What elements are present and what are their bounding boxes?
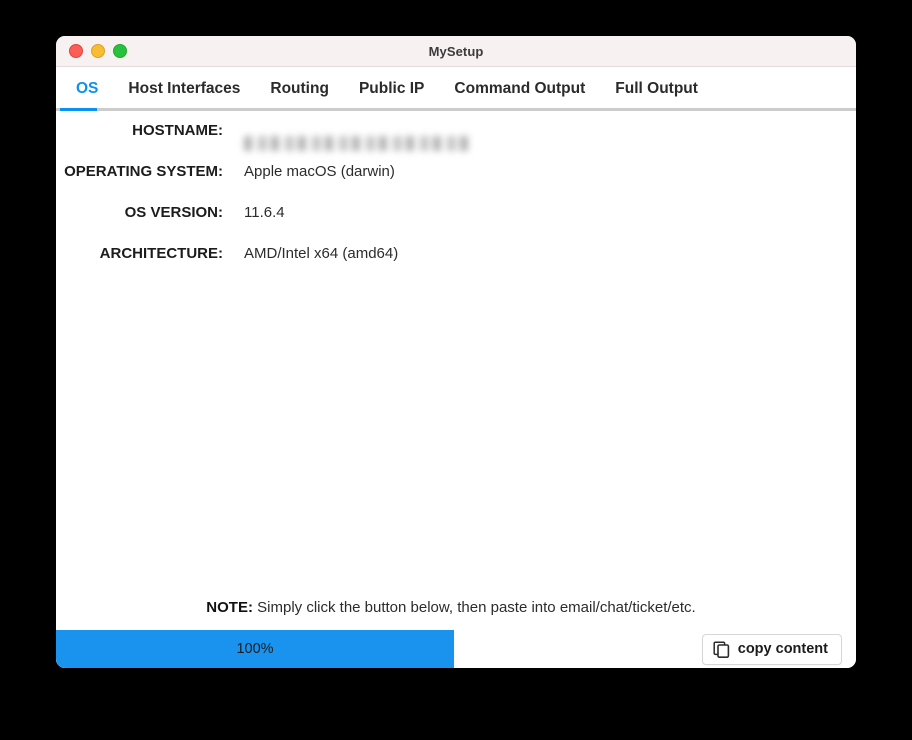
progress-bar: 100% — [56, 630, 454, 668]
tab-routing[interactable]: Routing — [255, 80, 344, 108]
copy-content-label: copy content — [737, 641, 828, 657]
os-version-value: 11.6.4 — [244, 204, 285, 221]
note-text: NOTE: Simply click the button below, the… — [56, 599, 856, 616]
hostname-label: HOSTNAME: — [132, 122, 223, 139]
info-row-os-version: OS VERSION: 11.6.4 — [56, 204, 856, 245]
bottom-bar: 100% copy content — [56, 630, 856, 668]
architecture-value: AMD/Intel x64 (amd64) — [244, 245, 399, 262]
tab-bar: OS Host Interfaces Routing Public IP Com… — [56, 67, 856, 111]
os-version-label: OS VERSION: — [124, 204, 223, 221]
info-row-operating-system: OPERATING SYSTEM: Apple macOS (darwin) — [56, 163, 856, 204]
copy-icon — [713, 640, 730, 658]
maximize-window-icon[interactable] — [113, 44, 127, 58]
os-info-panel: HOSTNAME: OPERATING SYSTEM: Apple macOS … — [56, 111, 856, 630]
tab-public-ip[interactable]: Public IP — [344, 80, 439, 108]
traffic-light-group — [56, 44, 127, 58]
minimize-window-icon[interactable] — [91, 44, 105, 58]
info-row-architecture: ARCHITECTURE: AMD/Intel x64 (amd64) — [56, 245, 856, 286]
app-window: MySetup OS Host Interfaces Routing Publi… — [56, 36, 856, 668]
tab-list: OS Host Interfaces Routing Public IP Com… — [56, 80, 856, 108]
architecture-label: ARCHITECTURE: — [99, 245, 223, 262]
copy-content-button[interactable]: copy content — [701, 633, 842, 665]
note-prefix: NOTE: — [206, 599, 253, 616]
note-body: Simply click the button below, then past… — [257, 599, 696, 616]
window-titlebar: MySetup — [56, 36, 856, 67]
window-title: MySetup — [428, 43, 484, 59]
tab-full-output[interactable]: Full Output — [600, 80, 713, 108]
operating-system-label: OPERATING SYSTEM: — [64, 163, 223, 180]
tab-command-output[interactable]: Command Output — [439, 80, 600, 108]
bottom-bar-spacer — [454, 630, 702, 668]
tab-os[interactable]: OS — [61, 80, 113, 108]
operating-system-value: Apple macOS (darwin) — [244, 163, 395, 180]
progress-label: 100% — [236, 641, 274, 657]
info-row-hostname: HOSTNAME: — [56, 122, 856, 163]
close-window-icon[interactable] — [69, 44, 83, 58]
tab-host-interfaces[interactable]: Host Interfaces — [113, 80, 255, 108]
